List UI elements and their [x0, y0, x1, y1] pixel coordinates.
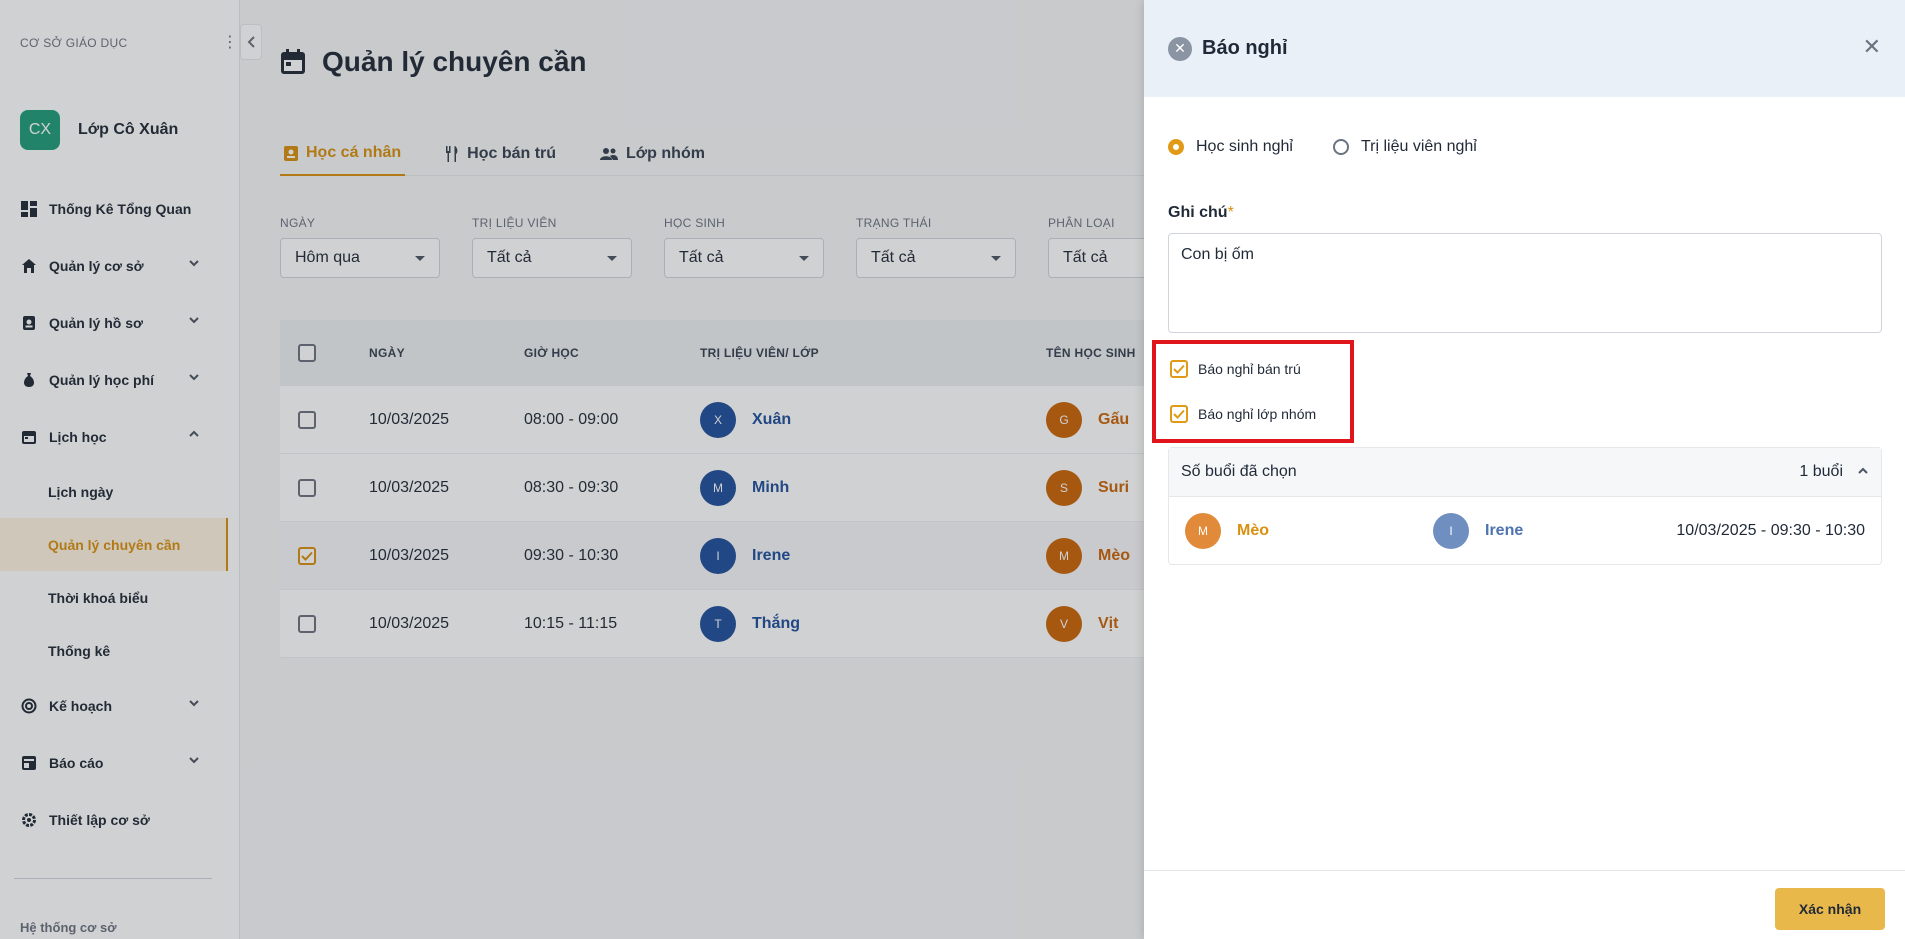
absence-drawer: ✕ Báo nghỉ ✕ Học sinh nghỉ Trị liệu viên…	[1144, 0, 1905, 939]
session-row: M Mèo I Irene 10/03/2025 - 09:30 - 10:30	[1169, 497, 1881, 564]
drawer-footer: Xác nhận	[1144, 870, 1905, 939]
radio-student-absent[interactable]: Học sinh nghỉ	[1168, 138, 1293, 156]
radio-unchecked	[1332, 139, 1349, 155]
radio-checked	[1168, 139, 1184, 155]
checkbox-checked	[1170, 405, 1188, 423]
radio-therapist-absent[interactable]: Trị liệu viên nghỉ	[1332, 138, 1477, 156]
drawer-header: ✕ Báo nghỉ ✕	[1144, 0, 1905, 97]
absence-type-radios: Học sinh nghỉ Trị liệu viên nghỉ	[1168, 138, 1517, 156]
checkbox-label: Báo nghỉ bán trú	[1198, 361, 1301, 377]
chevron-up-icon	[1857, 464, 1869, 480]
confirm-button[interactable]: Xác nhận	[1775, 888, 1885, 930]
required-mark: *	[1227, 204, 1234, 221]
checkmark-icon	[1173, 364, 1185, 374]
radio-label: Trị liệu viên nghỉ	[1360, 138, 1477, 155]
note-label: Ghi chú*	[1168, 204, 1234, 221]
checkmark-icon	[1173, 409, 1185, 419]
highlight-box: Báo nghỉ bán trú Báo nghỉ lớp nhóm	[1152, 340, 1354, 443]
student-name: Mèo	[1237, 521, 1269, 539]
modal-overlay[interactable]	[0, 0, 1144, 939]
sessions-count: 1 buổi	[1799, 463, 1843, 480]
checkbox-group-absence[interactable]: Báo nghỉ lớp nhóm	[1170, 403, 1350, 425]
radio-label: Học sinh nghỉ	[1196, 138, 1293, 155]
close-icon[interactable]: ✕	[1863, 34, 1881, 60]
selected-sessions: Số buổi đã chọn 1 buổi M Mèo I Irene 10/03…	[1168, 447, 1882, 565]
session-time: 10/03/2025 - 09:30 - 10:30	[1676, 521, 1865, 539]
close-circle-icon: ✕	[1168, 36, 1192, 61]
avatar: M	[1185, 512, 1221, 549]
drawer-title: Báo nghỉ	[1202, 37, 1288, 59]
checkbox-checked	[1170, 360, 1188, 378]
note-textarea[interactable]: Con bị ốm	[1168, 233, 1882, 333]
therapist-name: Irene	[1485, 521, 1524, 539]
avatar: I	[1433, 512, 1469, 549]
sessions-label: Số buổi đã chọn	[1181, 463, 1297, 480]
checkbox-boarding-absence[interactable]: Báo nghỉ bán trú	[1170, 358, 1350, 380]
checkbox-label: Báo nghỉ lớp nhóm	[1198, 406, 1317, 422]
sessions-header[interactable]: Số buổi đã chọn 1 buổi	[1169, 448, 1881, 497]
